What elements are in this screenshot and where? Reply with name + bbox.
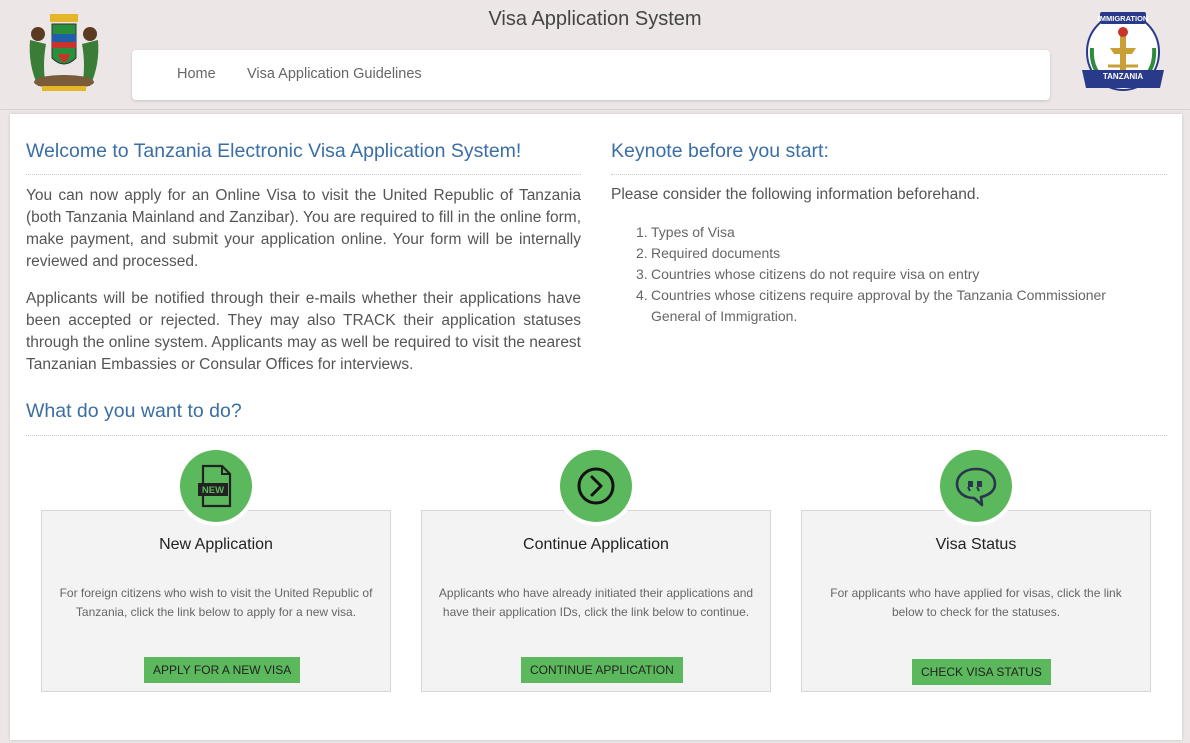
welcome-heading: Welcome to Tanzania Electronic Visa Appl…	[26, 140, 522, 162]
immigration-emblem-logo[interactable]: IMMIGRATION TANZANIA	[1078, 8, 1168, 96]
site-title: Visa Application System	[488, 8, 702, 30]
keynote-divider	[611, 174, 1167, 175]
continue-application-button[interactable]: CONTINUE APPLICATION	[521, 657, 683, 683]
emblem-text-bottom: TANZANIA	[1103, 72, 1144, 81]
card-description: For foreign citizens who wish to visit t…	[59, 586, 373, 619]
welcome-paragraph-1: You can now apply for an Online Visa to …	[26, 187, 581, 270]
keynote-item: 4. Countries whose citizens require appro…	[636, 287, 1106, 324]
chat-quote-icon[interactable]	[940, 450, 1012, 522]
keynote-item: 2. Required documents	[636, 245, 781, 261]
main-navbar: Home Visa Application Guidelines	[132, 50, 1050, 100]
actions-heading: What do you want to do?	[26, 400, 242, 422]
new-document-icon[interactable]: NEW	[180, 450, 252, 522]
emblem-text-top: IMMIGRATION	[1098, 14, 1149, 23]
new-application-card: New Application For foreign citizens who…	[41, 510, 391, 692]
card-title: New Application	[159, 536, 273, 553]
check-visa-status-button[interactable]: CHECK VISA STATUS	[912, 659, 1051, 685]
apply-new-visa-button[interactable]: APPLY FOR A NEW VISA	[144, 657, 301, 683]
keynote-list: 1. Types of Visa 2. Required documents 3. C…	[611, 222, 1151, 327]
continue-application-card: Continue Application Applicants who have…	[421, 510, 771, 692]
keynote-item: 1. Types of Visa	[636, 224, 735, 240]
card-description: Applicants who have already initiated th…	[438, 586, 754, 619]
site-header: Visa Application System Home Visa Applic…	[0, 0, 1190, 110]
arrow-circle-right-icon[interactable]	[560, 450, 632, 522]
card-title: Continue Application	[523, 536, 669, 553]
welcome-paragraph-2: Applicants will be notified through thei…	[26, 290, 581, 373]
nav-home[interactable]: Home	[177, 66, 216, 82]
actions-divider	[26, 435, 1167, 436]
welcome-divider	[26, 174, 581, 175]
card-description: For applicants who have applied for visa…	[830, 586, 1122, 619]
main-content: Welcome to Tanzania Electronic Visa Appl…	[10, 114, 1182, 740]
svg-text:NEW: NEW	[202, 485, 224, 496]
keynote-item: 3. Countries whose citizens do not requir…	[636, 266, 980, 282]
keynote-intro: Please consider the following informatio…	[611, 186, 980, 203]
card-title: Visa Status	[935, 536, 1017, 553]
keynote-heading: Keynote before you start:	[611, 140, 829, 162]
nav-visa-guidelines[interactable]: Visa Application Guidelines	[247, 66, 422, 82]
visa-status-card: Visa Status For applicants who have appl…	[801, 510, 1151, 692]
